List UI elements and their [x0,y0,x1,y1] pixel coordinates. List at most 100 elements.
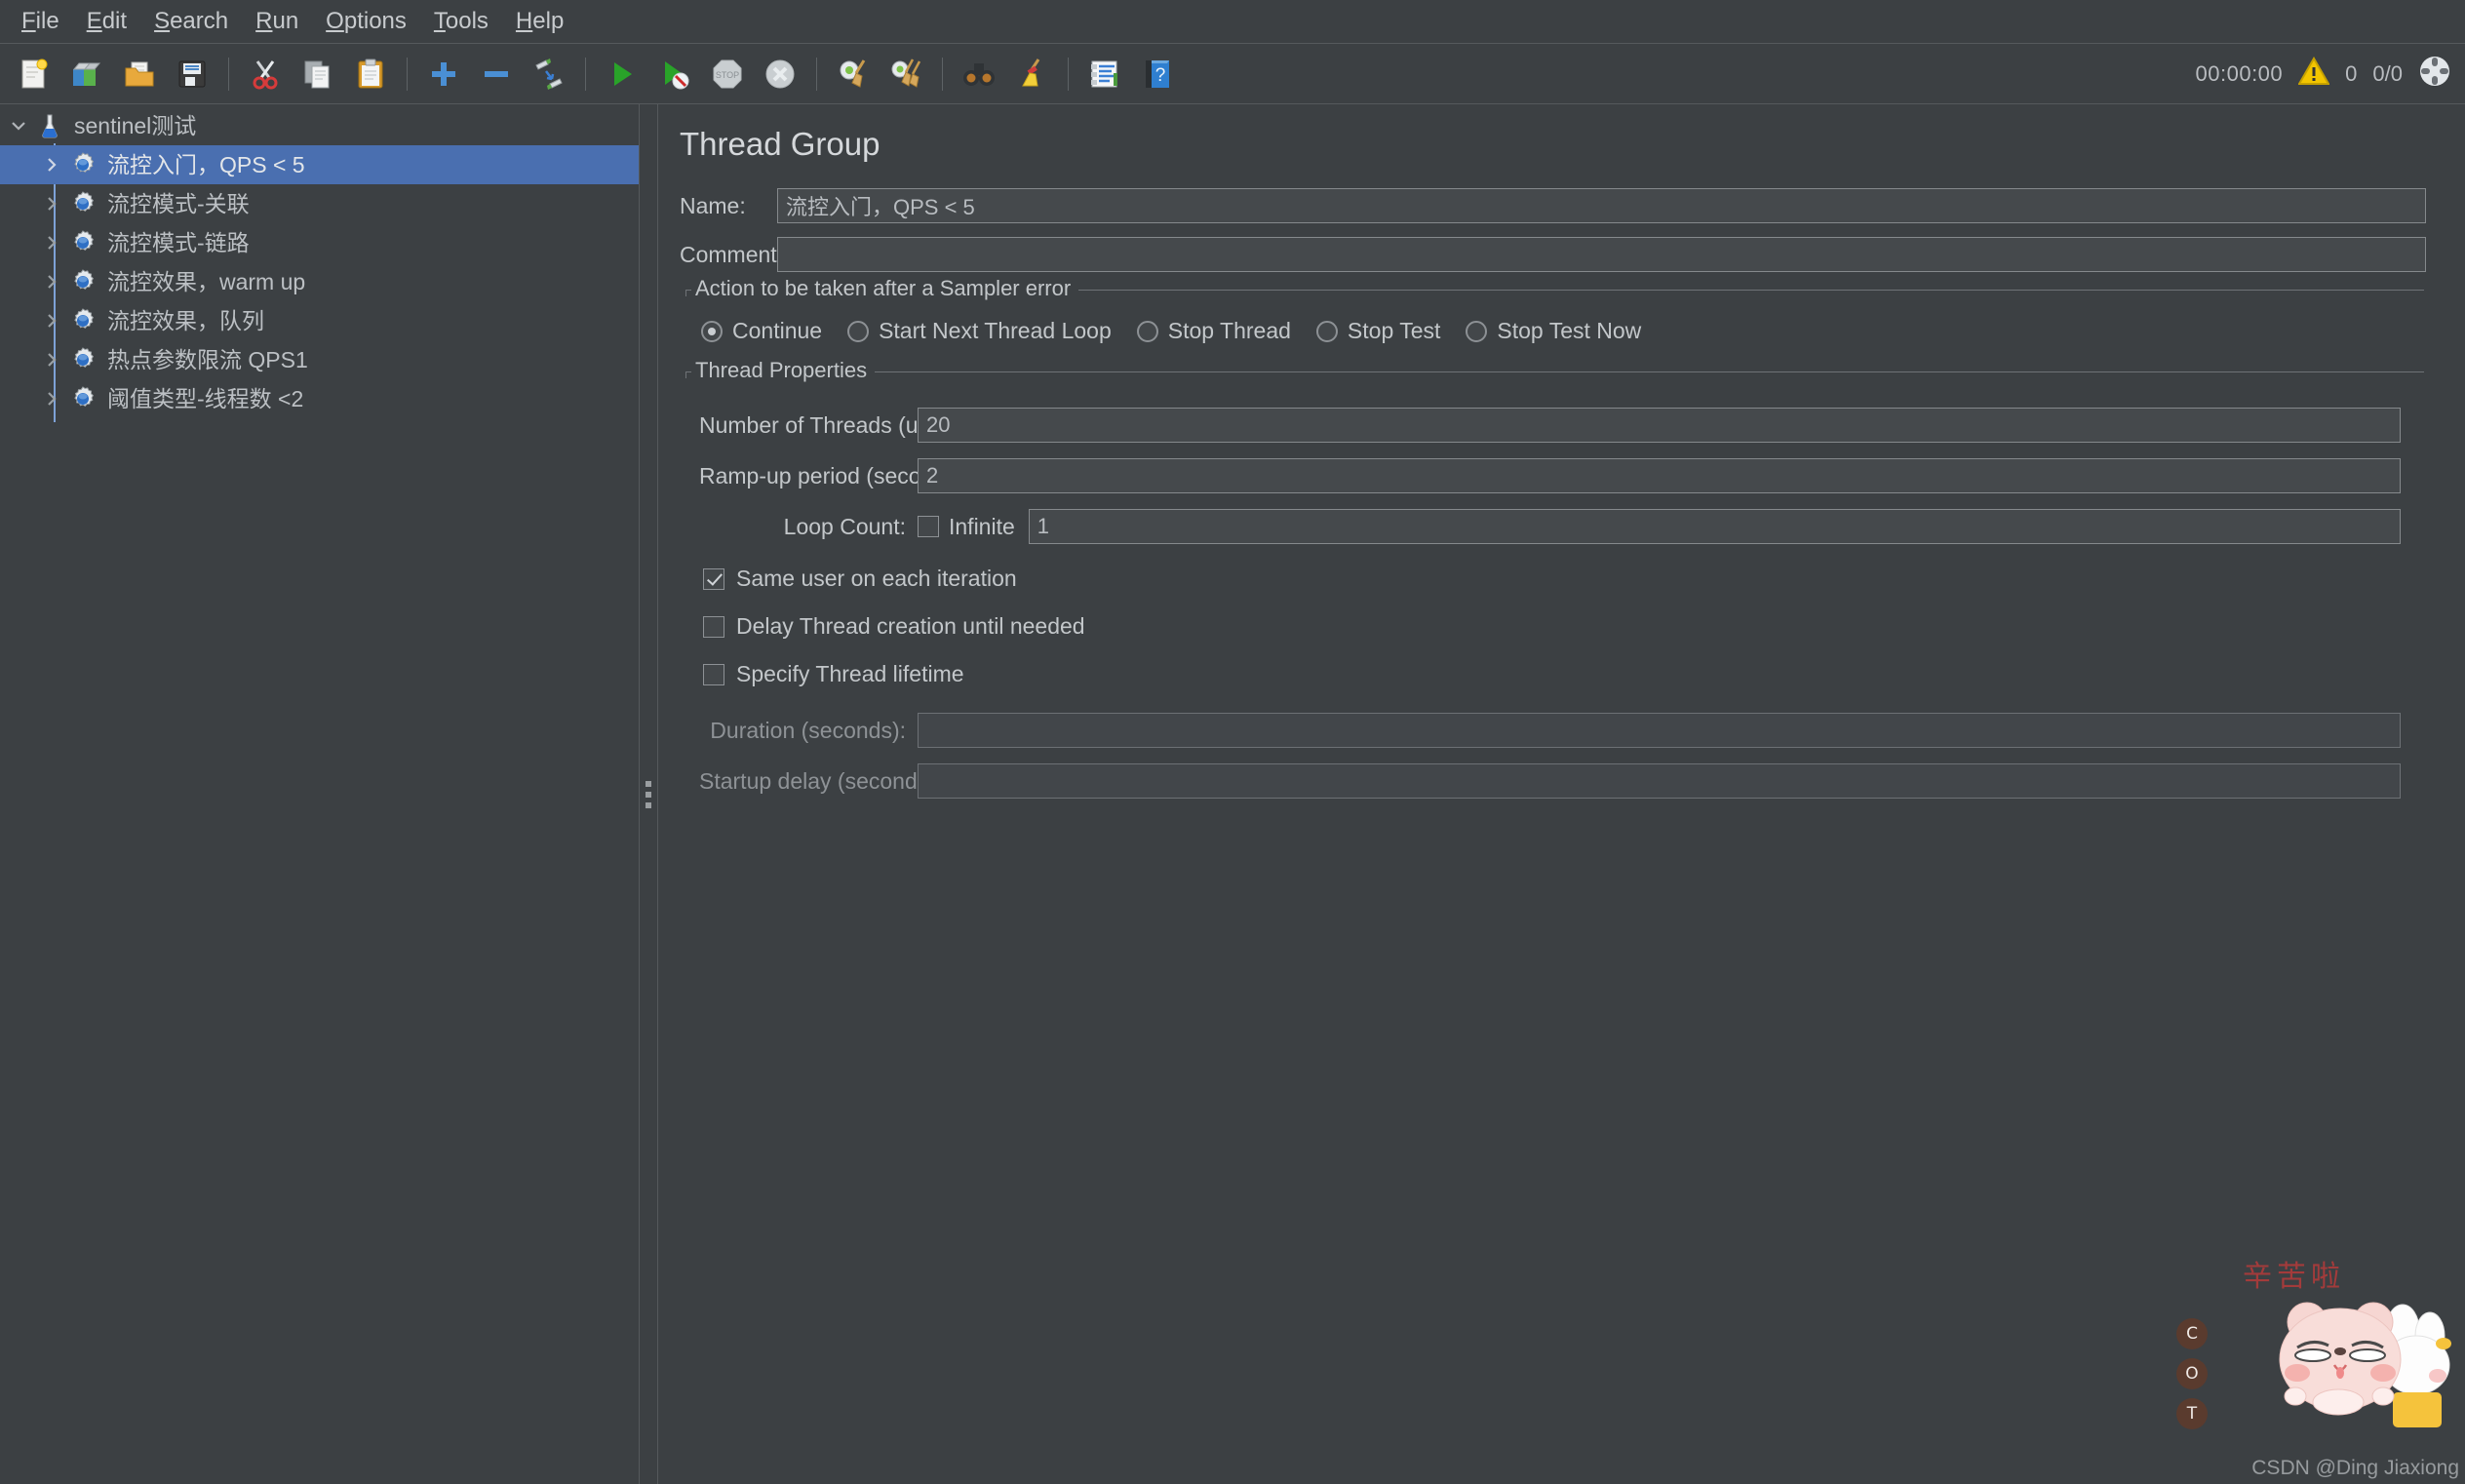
radio-indicator[interactable] [701,320,723,342]
new-test-plan-icon[interactable] [13,53,56,96]
delay-thread-creation-label: Delay Thread creation until needed [736,613,1085,639]
checkbox-indicator[interactable] [703,615,724,638]
checkbox-indicator[interactable] [918,516,939,537]
comments-input[interactable] [777,237,2426,272]
watermark-overlay: 辛苦啦 C O T CSDN @Ding Jiaxiong [2172,1250,2465,1484]
specify-thread-lifetime-checkbox[interactable]: Specify Thread lifetime [703,661,2424,687]
templates-icon[interactable] [65,53,108,96]
tree-node-thread-group-4[interactable]: 流控效果，队列 [0,301,639,340]
radio-start-next-thread-loop[interactable]: Start Next Thread Loop [847,318,1112,344]
page-title: Thread Group [680,126,880,162]
tree-node-thread-group-3[interactable]: 流控效果，warm up [0,262,639,301]
toolbar: STOP ? 00:00:00 0 0/0 [0,44,2465,104]
chevron-right-icon[interactable] [39,269,64,294]
menu-help[interactable]: Help [502,6,577,37]
split-pane-divider[interactable] [640,104,658,1484]
watermark-badge-t: T [2176,1398,2208,1429]
infinite-checkbox[interactable]: Infinite [918,514,1015,540]
tree-node-thread-group-5[interactable]: 热点参数限流 QPS1 [0,340,639,379]
tree-node-thread-group-6[interactable]: 阈值类型-线程数 <2 [0,379,639,418]
start-no-timers-icon[interactable] [653,53,696,96]
reset-search-broom-icon[interactable] [1010,53,1053,96]
tree-node-thread-group-0[interactable]: 流控入门，QPS < 5 [0,145,639,184]
help-book-icon[interactable]: ? [1136,53,1179,96]
tree-node-thread-group-1[interactable]: 流控模式-关联 [0,184,639,223]
thread-counts: 0/0 [2372,60,2403,86]
radio-stop-test[interactable]: Stop Test [1315,318,1441,344]
menu-tools[interactable]: Tools [420,6,502,37]
open-folder-icon[interactable] [118,53,161,96]
chevron-right-icon[interactable] [39,191,64,216]
radio-stop-test-now[interactable]: Stop Test Now [1466,318,1641,344]
number-of-threads-input[interactable] [918,408,2401,443]
test-plan-tree[interactable]: sentinel测试 流控入门，QPS < 5 流控模式-关联 流控模式-链路 … [0,104,640,1484]
toggle-pencils-icon[interactable] [528,53,570,96]
thread-activity-icon [2418,55,2451,93]
thread-group-gear-icon [68,384,98,413]
stop-octagon-icon[interactable]: STOP [706,53,749,96]
same-user-checkbox[interactable]: Same user on each iteration [703,566,2424,592]
tree-node-label: 流控入门，QPS < 5 [107,151,305,177]
thread-properties-group: Thread Properties Number of Threads (use… [685,358,2424,799]
radio-indicator[interactable] [1315,320,1338,342]
radio-label: Stop Test [1347,318,1441,343]
name-input[interactable] [777,188,2426,223]
menu-file[interactable]: File [8,6,73,37]
test-plan-flask-icon [35,111,64,140]
ramp-up-period-input[interactable] [918,458,2401,493]
delay-thread-creation-checkbox[interactable]: Delay Thread creation until needed [703,613,2424,640]
save-floppy-icon[interactable] [171,53,214,96]
start-play-icon[interactable] [601,53,644,96]
collapse-minus-icon[interactable] [475,53,518,96]
toolbar-separator [1068,57,1069,91]
infinite-label: Infinite [949,513,1015,539]
radio-continue[interactable]: Continue [701,318,822,344]
clear-gear-broom-icon[interactable] [832,53,875,96]
tree-node-root[interactable]: sentinel测试 [0,106,639,145]
checkbox-indicator[interactable] [703,567,724,590]
thread-properties-group-title: Thread Properties [691,358,876,383]
menu-edit[interactable]: Edit [73,6,140,37]
chevron-right-icon[interactable] [39,152,64,177]
divider-grip-icon [646,780,651,808]
shutdown-circle-icon[interactable] [759,53,802,96]
expand-plus-icon[interactable] [422,53,465,96]
paste-clipboard-icon[interactable] [349,53,392,96]
radio-stop-thread[interactable]: Stop Thread [1136,318,1291,344]
search-binoculars-icon[interactable] [958,53,1000,96]
function-helper-icon[interactable] [1083,53,1126,96]
cut-scissors-icon[interactable] [244,53,287,96]
chevron-right-icon[interactable] [39,308,64,333]
svg-text:?: ? [1155,65,1166,86]
watermark-badge-c: C [2176,1318,2208,1349]
name-label: Name: [680,192,746,218]
chevron-down-icon[interactable] [6,113,31,138]
tree-node-thread-group-2[interactable]: 流控模式-链路 [0,223,639,262]
chevron-right-icon[interactable] [39,386,64,411]
warning-triangle-icon[interactable] [2297,56,2330,91]
checkbox-indicator[interactable] [703,663,724,685]
loop-count-input[interactable] [1028,509,2401,544]
radio-indicator[interactable] [847,320,870,342]
menu-run[interactable]: Run [242,6,312,37]
chevron-right-icon[interactable] [39,230,64,255]
menu-options[interactable]: Options [312,6,420,37]
name-row: Name: [676,188,2426,223]
thread-group-gear-icon [68,306,98,335]
radio-label: Stop Test Now [1497,318,1642,343]
copy-pages-icon[interactable] [296,53,339,96]
toolbar-separator [228,57,229,91]
toolbar-separator [407,57,408,91]
duration-row: Duration (seconds): [685,713,2424,748]
radio-indicator[interactable] [1136,320,1158,342]
chevron-right-icon[interactable] [39,347,64,372]
radio-label: Start Next Thread Loop [879,318,1112,343]
watermark-badges: C O T [2176,1318,2208,1429]
radio-indicator[interactable] [1466,320,1488,342]
clear-all-brooms-icon[interactable] [884,53,927,96]
thread-group-gear-icon [68,228,98,257]
watermark-bear-sticker-icon [2279,1302,2451,1427]
menu-search[interactable]: Search [140,6,242,37]
tree-node-label: 流控模式-关联 [107,190,250,216]
elapsed-timer: 00:00:00 [2195,60,2284,86]
